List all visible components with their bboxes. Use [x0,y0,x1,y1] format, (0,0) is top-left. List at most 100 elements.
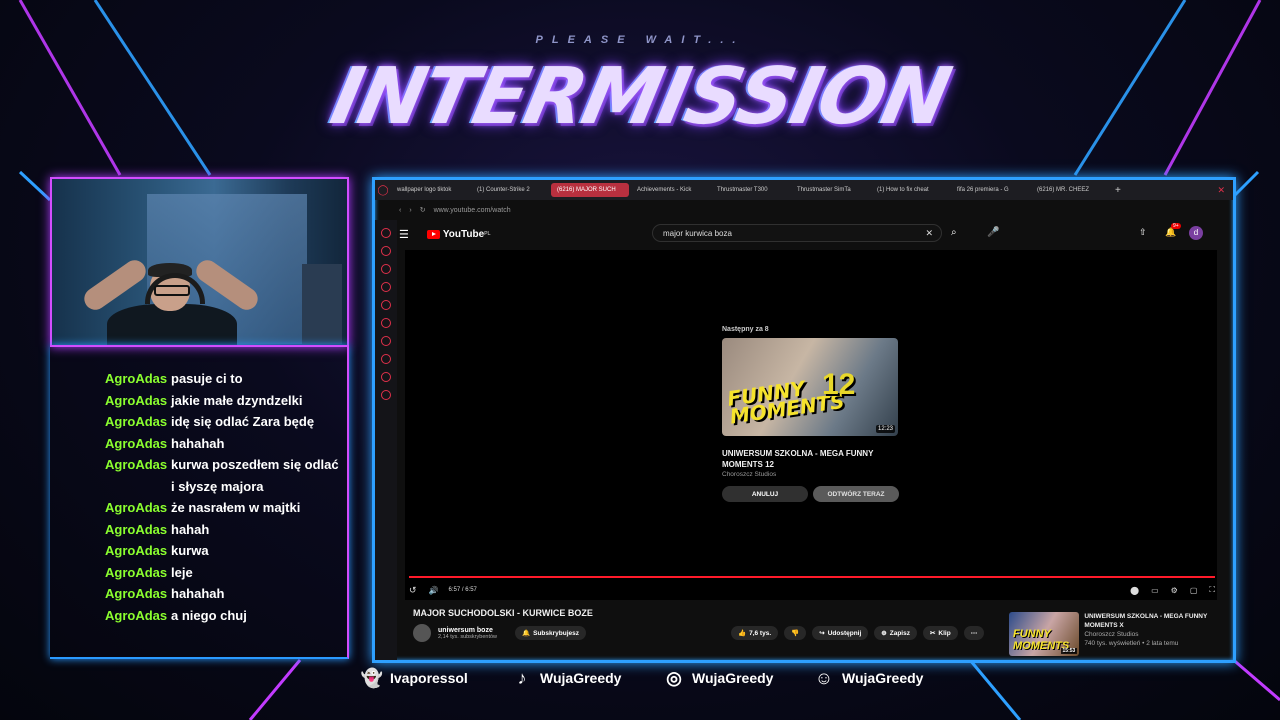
tab-label: (6216) MR. CHEEZ [1037,187,1090,193]
forward-icon[interactable]: › [409,207,411,214]
up-next-label: Następny za 8 [722,326,769,333]
youtube-play-icon [426,229,440,239]
play-now-button[interactable]: ODTWÓRZ TERAZ [813,486,899,502]
progress-bar[interactable] [409,576,1215,578]
recommended-video[interactable]: FUNNY MOMENTS 15:53 UNIWERSUM SZKOLNA - M… [1009,612,1225,658]
chat-message: AgroAdas kurwa [105,540,345,562]
chat-text: kurwa poszedłem się odlać i słyszę major… [171,457,339,494]
social-handle: WujaGreedy [540,670,622,686]
social-snapchat: 👻 Ivaporessol [350,660,485,696]
thumb-text: FUNNY MOMENTS [725,376,846,429]
autoplay-toggle-icon[interactable]: ⬤ [1130,586,1139,595]
fullscreen-icon[interactable]: ⛶ [1209,585,1215,595]
subtitles-icon[interactable]: ▭ [1151,586,1159,595]
opera-logo-icon[interactable]: ◯ [375,185,391,196]
chat-text: a niego chuj [171,607,247,623]
sidebar-icon[interactable] [381,228,391,238]
sidebar-icon[interactable] [381,390,391,400]
tab-thrustmaster-t300[interactable]: Thrustmaster T300 [711,183,789,197]
tab-label: wallpaper logo tiktok [397,187,452,193]
instagram-icon: ◎ [666,667,682,688]
chat-message: AgroAdas pasuje ci to [105,368,345,390]
chat-text: idę się odlać Zara będę [171,414,315,429]
search-input[interactable]: major kurwica boza ✕ [652,224,942,242]
rec-duration: 15:53 [1060,648,1078,654]
share-button[interactable]: ↪ Udostępnij [812,626,869,640]
recommended-text: UNIWERSUM SZKOLNA - MEGA FUNNY MOMENTS X… [1084,612,1225,658]
subscribe-label: Subskrybujesz [533,629,579,637]
more-button[interactable]: ⋯ [963,626,985,640]
window-close-icon[interactable]: ✕ [1217,185,1225,196]
tab-label: Thrustmaster T300 [717,187,768,193]
sidebar-icon[interactable] [381,336,391,346]
sidebar-icon[interactable] [381,318,391,328]
tab-thrustmaster-simtask[interactable]: Thrustmaster SimTa [791,183,869,197]
rec-channel: Choroszcz Studios [1084,631,1139,638]
sidebar-icon[interactable] [381,282,391,292]
back-icon[interactable]: ‹ [399,207,401,214]
mic-icon[interactable]: 🎤 [987,227,999,238]
chat-username: AgroAdas [105,371,168,386]
snapchat-icon: 👻 [360,667,384,688]
tab-fifa[interactable]: fifa 26 premiera - G [951,183,1029,197]
recommended-thumbnail[interactable]: FUNNY MOMENTS 15:53 [1009,612,1080,656]
reload-icon[interactable]: ↻ [420,206,426,214]
youtube-region: PL [484,231,491,237]
rec-title[interactable]: UNIWERSUM SZKOLNA - MEGA FUNNY MOMENTS X [1084,612,1225,630]
up-next-thumbnail[interactable]: FUNNY MOMENTS 12 12:23 [722,338,898,436]
sidebar-icon[interactable] [381,264,391,274]
sidebar-icon[interactable] [381,372,391,382]
settings-icon[interactable]: ⚙ [1171,586,1178,595]
url-text[interactable]: www.youtube.com/watch [434,207,511,214]
glasses [154,285,190,296]
channel-info: uniwersum boze 2,14 tys. subskrybentów [438,627,497,640]
upload-icon[interactable]: ⇧ [1139,227,1147,238]
tab-major-active[interactable]: (6216) MAJOR SUCH [551,183,629,197]
dislike-button[interactable]: 👎 [784,626,807,640]
tab-wallpaper[interactable]: wallpaper logo tiktok [391,183,469,197]
search-icon[interactable]: ⌕ [951,227,957,238]
video-player[interactable]: Następny za 8 FUNNY MOMENTS 12 12:23 UNI… [405,250,1217,600]
chat-text: hahahah [171,586,225,601]
volume-icon[interactable]: 🔊 [429,586,439,595]
sidebar-icon[interactable] [381,246,391,256]
sidebar-icon[interactable] [381,354,391,364]
tab-how-to-fix[interactable]: (1) How to fix cheat [871,183,949,197]
thumb-number: 12 [822,368,856,401]
sidebar-icon[interactable] [381,300,391,310]
player-controls: ↺ 🔊 6:57 / 6:57 ⬤ ▭ ⚙ ▢ ⛶ [409,583,1215,597]
browser-sidebar [375,220,397,660]
miniplayer-icon[interactable]: ▢ [1190,586,1198,595]
replay-icon[interactable]: ↺ [409,585,417,596]
share-label: Udostępnij [827,629,862,637]
tab-mr-cheez[interactable]: (6216) MR. CHEEZ [1031,183,1109,197]
browser-window: ◯ wallpaper logo tiktok (1) Counter-Stri… [372,177,1236,663]
chat-text: pasuje ci to [171,371,243,386]
youtube-logo[interactable]: YouTube PL [426,229,491,240]
user-avatar[interactable]: d [1189,226,1203,240]
like-button[interactable]: 👍 7,6 tys. [731,626,779,640]
webcam-door [302,264,342,344]
time-display: 6:57 / 6:57 [448,587,477,593]
channel-name[interactable]: uniwersum boze [438,627,497,634]
tab-label: (1) How to fix cheat [877,187,929,193]
video-title: MAJOR SUCHODOLSKI - KURWICE BOZE [413,608,593,618]
save-button[interactable]: ⊕ Zapisz [874,626,917,640]
cancel-button[interactable]: ANULUJ [722,486,808,502]
address-bar[interactable]: ‹ › ↻ www.youtube.com/watch [399,202,1225,218]
chat-message: AgroAdas jakie małe dzyndzelki [105,390,345,412]
clear-search-icon[interactable]: ✕ [925,228,933,239]
chat-username: AgroAdas [105,500,168,515]
up-next-title[interactable]: UNIWERSUM SZKOLNA - MEGA FUNNY MOMENTS 1… [722,448,898,470]
social-tiktok: ♪ WujaGreedy [500,660,635,696]
subscribe-button[interactable]: 🔔 Subskrybujesz [515,626,586,640]
tab-counter-strike[interactable]: (1) Counter-Strike 2 [471,183,549,197]
tab-bar: ◯ wallpaper logo tiktok (1) Counter-Stri… [375,180,1233,200]
up-next-channel: Choroszcz Studios [722,471,777,478]
clip-button[interactable]: ✂ Klip [922,626,958,640]
menu-icon[interactable]: ☰ [399,228,409,241]
new-tab-icon[interactable]: + [1115,185,1121,196]
chat-username: AgroAdas [105,457,168,472]
tab-achievements[interactable]: Achievements - Kick [631,183,709,197]
channel-avatar[interactable] [413,624,431,642]
